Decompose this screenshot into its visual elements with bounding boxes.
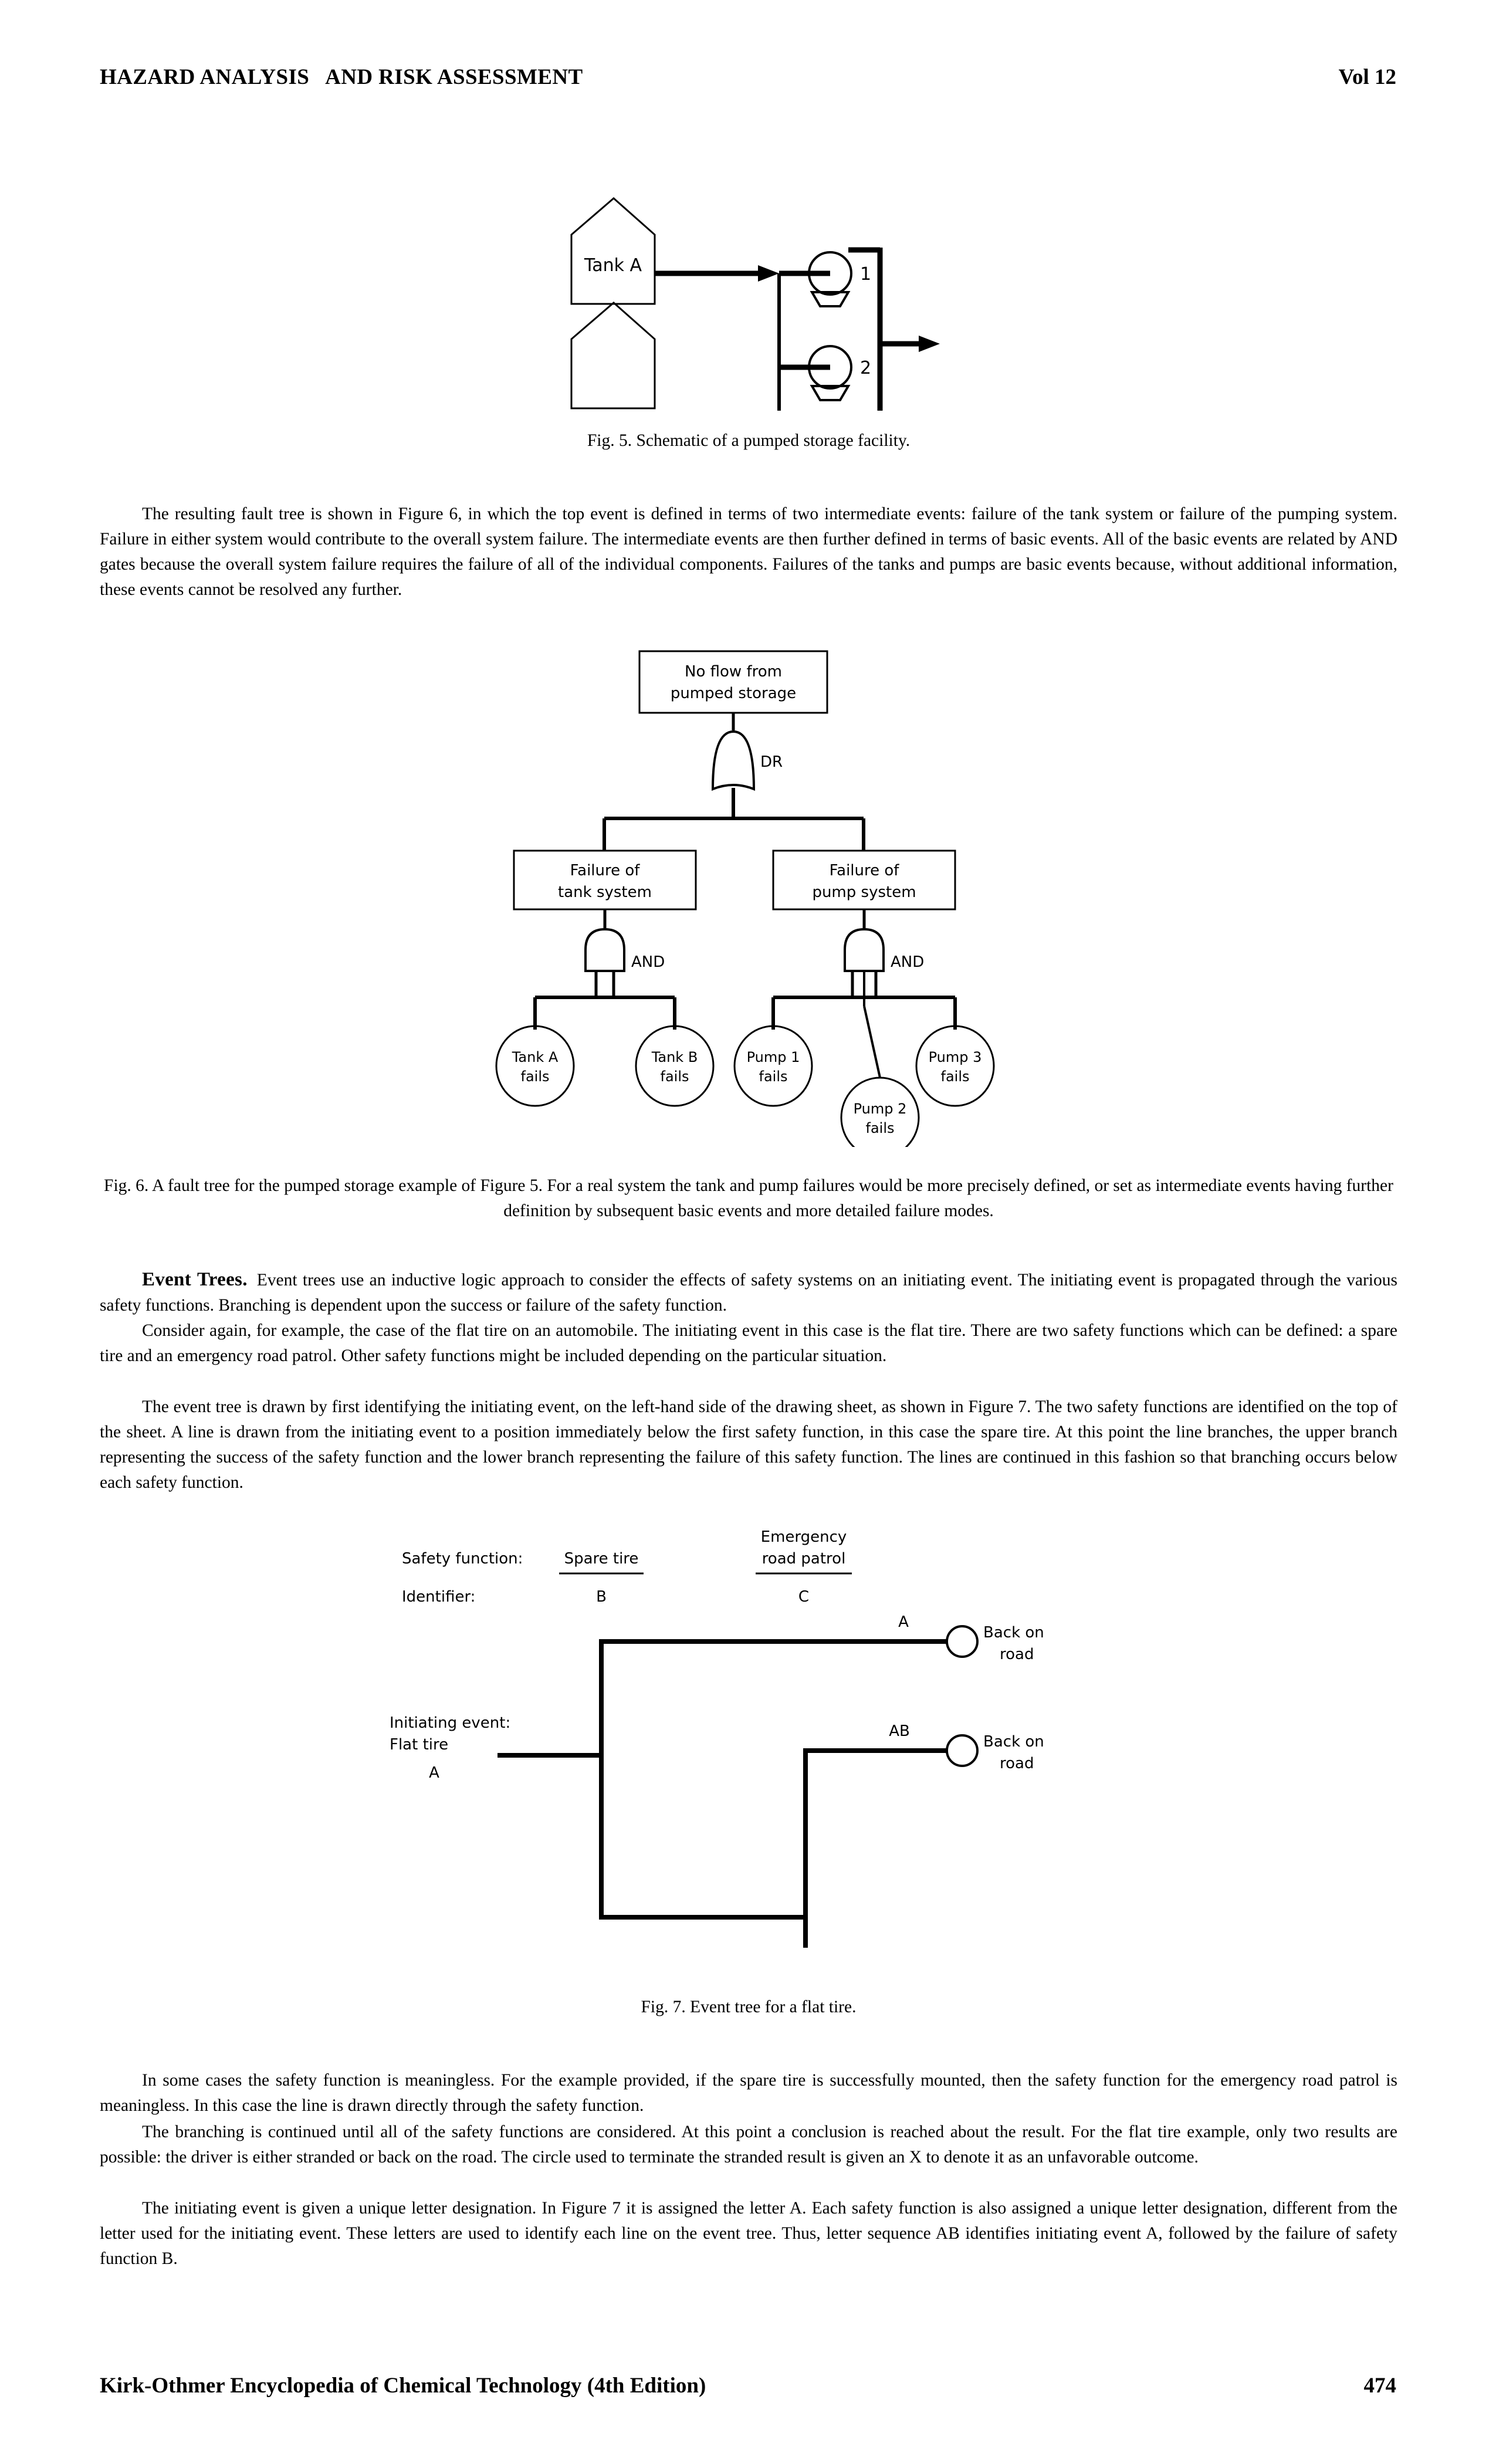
initiating-event-label: Initiating event: Flat tire A — [390, 1714, 510, 1782]
and-gate-left-label: AND — [631, 953, 665, 971]
basic-event-tank-b-line-1: Tank B — [651, 1049, 698, 1065]
figure-6-caption: Fig. 6. A fault tree for the pumped stor… — [104, 1176, 1393, 1220]
figure-6-fault-tree: No flow from pumped storage DR Failure o… — [469, 642, 1033, 1147]
safety-function-2-identifier: C — [798, 1588, 809, 1606]
running-head: HAZARD ANALYSIS AND RISK ASSESSMENT Vol … — [100, 65, 1396, 90]
and-gate-right-label: AND — [891, 953, 924, 971]
branch-a: A Back on road — [599, 1613, 1044, 1663]
basic-event-tank-a-line-2: fails — [521, 1068, 550, 1085]
basic-event-tank-a-line-1: Tank A — [512, 1049, 559, 1065]
safety-function-2: Emergency road patrol C — [756, 1528, 852, 1606]
branch-ab: AB Back on road — [803, 1722, 1044, 1772]
running-head-volume: Vol 12 — [1338, 65, 1396, 89]
safety-function-2-name-line-1: Emergency — [761, 1528, 847, 1546]
basic-event-pump-1: Pump 1 fails — [733, 1025, 813, 1107]
running-head-title: HAZARD ANALYSIS AND RISK ASSESSMENT — [100, 65, 583, 89]
event-trees-heading: Event Trees. — [142, 1269, 248, 1290]
safety-function-1: Spare tire B — [559, 1550, 644, 1606]
branch-a-sequence-label: A — [898, 1613, 909, 1631]
basic-event-tank-b: Tank B fails — [635, 1025, 715, 1107]
basic-event-pump-1-line-2: fails — [759, 1068, 788, 1085]
document-page: HAZARD ANALYSIS AND RISK ASSESSMENT Vol … — [0, 0, 1496, 2464]
top-event-line-1: No flow from — [685, 663, 782, 681]
pump-2-label: 2 — [860, 358, 871, 378]
basic-event-tank-b-line-2: fails — [661, 1068, 689, 1085]
safety-function-1-identifier: B — [596, 1588, 607, 1606]
basic-event-pump-2: Pump 2 fails — [840, 1077, 920, 1147]
and-gate-right: AND — [771, 909, 957, 1078]
footer-source-title: Kirk-Othmer Encyclopedia of Chemical Tec… — [100, 2374, 706, 2398]
inter-right-line-1: Failure of — [830, 862, 900, 879]
pump-2-symbol: 2 — [808, 345, 871, 401]
basic-event-tank-a: Tank A fails — [495, 1025, 575, 1107]
footer-page-number: 474 — [1363, 2374, 1397, 2398]
figure-6-svg: No flow from pumped storage DR Failure o… — [495, 650, 995, 1147]
tank-a-shape: Tank A — [570, 197, 656, 305]
figure-5-schematic: Tank A Tank B — [499, 164, 945, 411]
intermediate-event-pump-system: Failure of pump system — [772, 849, 956, 911]
branch-ab-outcome-circle — [946, 1734, 979, 1767]
pump-1-label: 1 — [860, 264, 871, 285]
or-gate-dr: DR — [711, 730, 783, 791]
branch-a-outcome-circle — [946, 1625, 979, 1658]
identifier-row-label: Identifier: — [402, 1588, 475, 1606]
pump-1-symbol: 1 — [808, 251, 871, 307]
basic-event-pump-2-line-2: fails — [866, 1120, 895, 1136]
paragraph-meaningless-function: In some cases the safety function is mea… — [100, 2071, 1397, 2115]
branch-ab-outcome-line-2: road — [1000, 1755, 1034, 1772]
figure-7-caption: Fig. 7. Event tree for a flat tire. — [641, 1998, 857, 2016]
figure-5-caption: Fig. 5. Schematic of a pumped storage fa… — [587, 431, 911, 450]
suction-header — [777, 270, 815, 411]
top-event-line-2: pumped storage — [671, 685, 796, 702]
tank-a-outflow-arrow — [655, 265, 779, 282]
initiating-event-identifier: A — [429, 1764, 439, 1782]
figure-7-event-tree: Safety function: Identifier: Spare tire … — [375, 1502, 1138, 1948]
top-branch-bus — [603, 788, 865, 851]
basic-event-pump-3: Pump 3 fails — [915, 1025, 995, 1107]
inter-right-line-2: pump system — [812, 884, 916, 901]
and-gate-left: AND — [533, 909, 676, 1030]
inter-left-line-2: tank system — [558, 884, 652, 901]
branch-ab-outcome-line-1: Back on — [983, 1733, 1044, 1751]
figure-7-svg: Safety function: Identifier: Spare tire … — [390, 1528, 1044, 1948]
page-footer: Kirk-Othmer Encyclopedia of Chemical Tec… — [100, 2373, 1396, 2398]
paragraph-event-tree-drawing: The event tree is drawn by first identif… — [100, 1397, 1397, 1492]
branch-ab-sequence-label: AB — [889, 1722, 910, 1740]
inter-left-line-1: Failure of — [570, 862, 641, 879]
basic-event-pump-3-line-2: fails — [941, 1068, 970, 1085]
safety-function-2-name-line-2: road patrol — [762, 1550, 846, 1568]
tank-b-shape: Tank B — [570, 302, 656, 409]
intermediate-event-tank-system: Failure of tank system — [513, 849, 697, 911]
basic-event-pump-1-line-1: Pump 1 — [747, 1049, 800, 1065]
branch-a-outcome-line-2: road — [1000, 1646, 1034, 1663]
paragraph-flat-tire-example: Consider again, for example, the case of… — [100, 1321, 1397, 1365]
or-gate-dr-label: DR — [760, 753, 783, 771]
tank-a-label: Tank A — [584, 255, 642, 276]
paragraph-fault-tree: The resulting fault tree is shown in Fig… — [100, 505, 1397, 599]
basic-event-pump-2-line-1: Pump 2 — [854, 1101, 907, 1117]
basic-event-pump-3-line-1: Pump 3 — [929, 1049, 982, 1065]
top-event-box: No flow from pumped storage — [638, 650, 828, 714]
branch-a-outcome-line-1: Back on — [983, 1624, 1044, 1641]
safety-function-row-label: Safety function: — [402, 1550, 523, 1568]
event-trees-intro-text: Event trees use an inductive logic appro… — [100, 1271, 1397, 1315]
safety-function-1-name: Spare tire — [564, 1550, 639, 1568]
paragraph-event-trees-intro: Event Trees. Event trees use an inductive… — [100, 1267, 1397, 1318]
paragraph-letter-designation: The initiating event is given a unique l… — [100, 2199, 1397, 2268]
initiating-event-line-2: Flat tire — [390, 1736, 448, 1754]
paragraph-branching-conclusion: The branching is continued until all of … — [100, 2123, 1397, 2167]
initiating-event-line-1: Initiating event: — [390, 1714, 510, 1732]
figure-5-svg: Tank A Tank B — [570, 197, 940, 411]
